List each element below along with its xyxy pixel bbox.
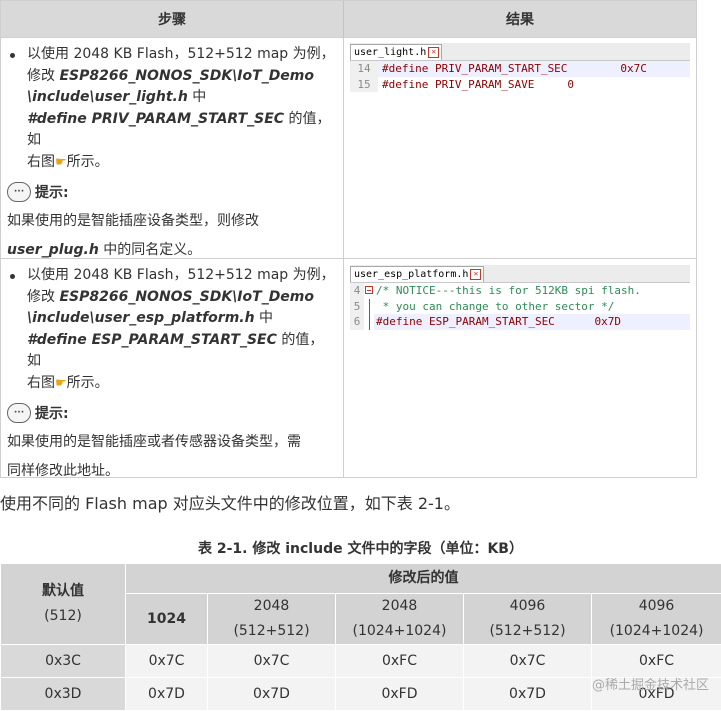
step-cell: 以使用 2048 KB Flash，512+512 map 为例， 修改 ESP… — [1, 38, 344, 258]
code-line: 4 /* NOTICE---this is for 512KB spi flas… — [350, 283, 690, 299]
result-cell: user_esp_platform.h ✕ 4 /* NOTICE---this … — [344, 259, 696, 477]
tip-file: user_plug.h — [7, 242, 99, 258]
tip-text: 如果使用的是智能插座设备类型，则修改 user_plug.h 中的同名定义。 — [7, 213, 259, 258]
code-line: 5 * you can change to other sector */ — [350, 298, 690, 314]
table-caption: 表 2-1. 修改 include 文件中的字段（单位：KB） — [198, 541, 523, 557]
column-header: 2048 (1024+1024) — [335, 593, 464, 645]
define-name: #define ESP_PARAM_START_SEC — [27, 331, 277, 348]
body-paragraph: 使用不同的 Flash map 对应头文件中的修改位置，如下表 2-1。 — [0, 494, 460, 513]
pointing-hand-icon: ☛ — [55, 375, 67, 391]
define-name: #define PRIV_PARAM_START_SEC — [27, 110, 285, 127]
editor-tab-bar: user_esp_platform.h ✕ — [350, 265, 690, 283]
file-path: \include\user_esp_platform.h — [27, 310, 255, 326]
close-tab-icon[interactable]: ✕ — [428, 47, 440, 58]
editor-tab[interactable]: user_esp_platform.h ✕ — [350, 266, 485, 282]
steps-table: 步骤 结果 以使用 2048 KB Flash，512+512 map 为例， … — [0, 0, 697, 479]
table-cell: 0x7D — [463, 677, 592, 711]
default-value-header: 默认值 (512) — [0, 563, 126, 645]
table-cell: 0x7C — [207, 644, 336, 678]
close-tab-icon[interactable]: ✕ — [470, 269, 482, 280]
table-cell: 0xFC — [335, 644, 464, 678]
bullet-icon — [10, 274, 15, 279]
speech-bubble-icon: ··· — [7, 182, 31, 202]
step-instruction: 以使用 2048 KB Flash，512+512 map 为例， 修改 ESP… — [7, 44, 337, 173]
table-row: 以使用 2048 KB Flash，512+512 map 为例， 修改 ESP… — [1, 37, 696, 258]
result-column-header: 结果 — [506, 12, 534, 28]
editor-tab-bar: user_light.h ✕ — [350, 43, 690, 61]
speech-bubble-icon: ··· — [7, 403, 31, 423]
step-cell: 以使用 2048 KB Flash，512+512 map 为例， 修改 ESP… — [1, 259, 344, 479]
step-instruction: 以使用 2048 KB Flash，512+512 map 为例， 修改 ESP… — [7, 265, 337, 394]
pointing-hand-icon: ☛ — [55, 154, 67, 170]
table-cell: 0xFD — [335, 677, 464, 711]
column-header: 2048 (512+512) — [207, 593, 336, 645]
sdk-path: ESP8266_NONOS_SDK\IoT_Demo — [59, 288, 315, 305]
modified-value-header: 修改后的值 — [124, 563, 721, 594]
code-line: 15 #define PRIV_PARAM_SAVE 0 — [350, 76, 690, 92]
tip-heading: ··· 提示: — [7, 400, 337, 426]
column-header: 4096 (1024+1024) — [590, 593, 721, 645]
file-path: \include\user_light.h — [27, 89, 188, 105]
fold-toggle-icon[interactable] — [364, 283, 374, 299]
tip-text: 如果使用的是智能插座或者传感器设备类型，需 同样修改此地址。 — [7, 434, 301, 479]
sdk-path: ESP8266_NONOS_SDK\IoT_Demo — [59, 67, 315, 84]
table-cell: 0xFC — [590, 644, 721, 678]
steps-table-header: 步骤 结果 — [1, 1, 696, 37]
table-row: 以使用 2048 KB Flash，512+512 map 为例， 修改 ESP… — [1, 258, 696, 479]
column-header: 4096 (512+512) — [463, 593, 592, 645]
step-column-header: 步骤 — [1, 1, 344, 37]
tip-heading: ··· 提示: — [7, 179, 337, 205]
table-cell: 0x3C — [0, 644, 126, 678]
bullet-icon — [10, 53, 15, 58]
table-cell: 0x7C — [125, 644, 208, 678]
fold-guide — [364, 298, 374, 314]
watermark: @稀土掘金技术社区 — [591, 678, 709, 693]
table-row: 0x3C 0x7C 0x7C 0xFC 0x7C 0xFC — [0, 644, 721, 678]
table-cell: 0x3D — [0, 677, 126, 711]
code-line: 6 #define ESP_PARAM_START_SEC 0x7D — [350, 314, 690, 330]
table-cell: 0x7D — [207, 677, 336, 711]
code-editor-snippet: user_light.h ✕ 14 #define PRIV_PARAM_STAR… — [350, 43, 690, 92]
fold-guide — [364, 314, 374, 330]
editor-tab[interactable]: user_light.h ✕ — [350, 44, 443, 60]
code-line: 14 #define PRIV_PARAM_START_SEC 0x7C — [350, 61, 690, 77]
table-cell: 0x7D — [125, 677, 208, 711]
column-header: 1024 — [125, 593, 208, 645]
code-editor-snippet: user_esp_platform.h ✕ 4 /* NOTICE---this … — [350, 265, 690, 330]
result-cell: user_light.h ✕ 14 #define PRIV_PARAM_STAR… — [344, 38, 696, 258]
table-cell: 0x7C — [463, 644, 592, 678]
